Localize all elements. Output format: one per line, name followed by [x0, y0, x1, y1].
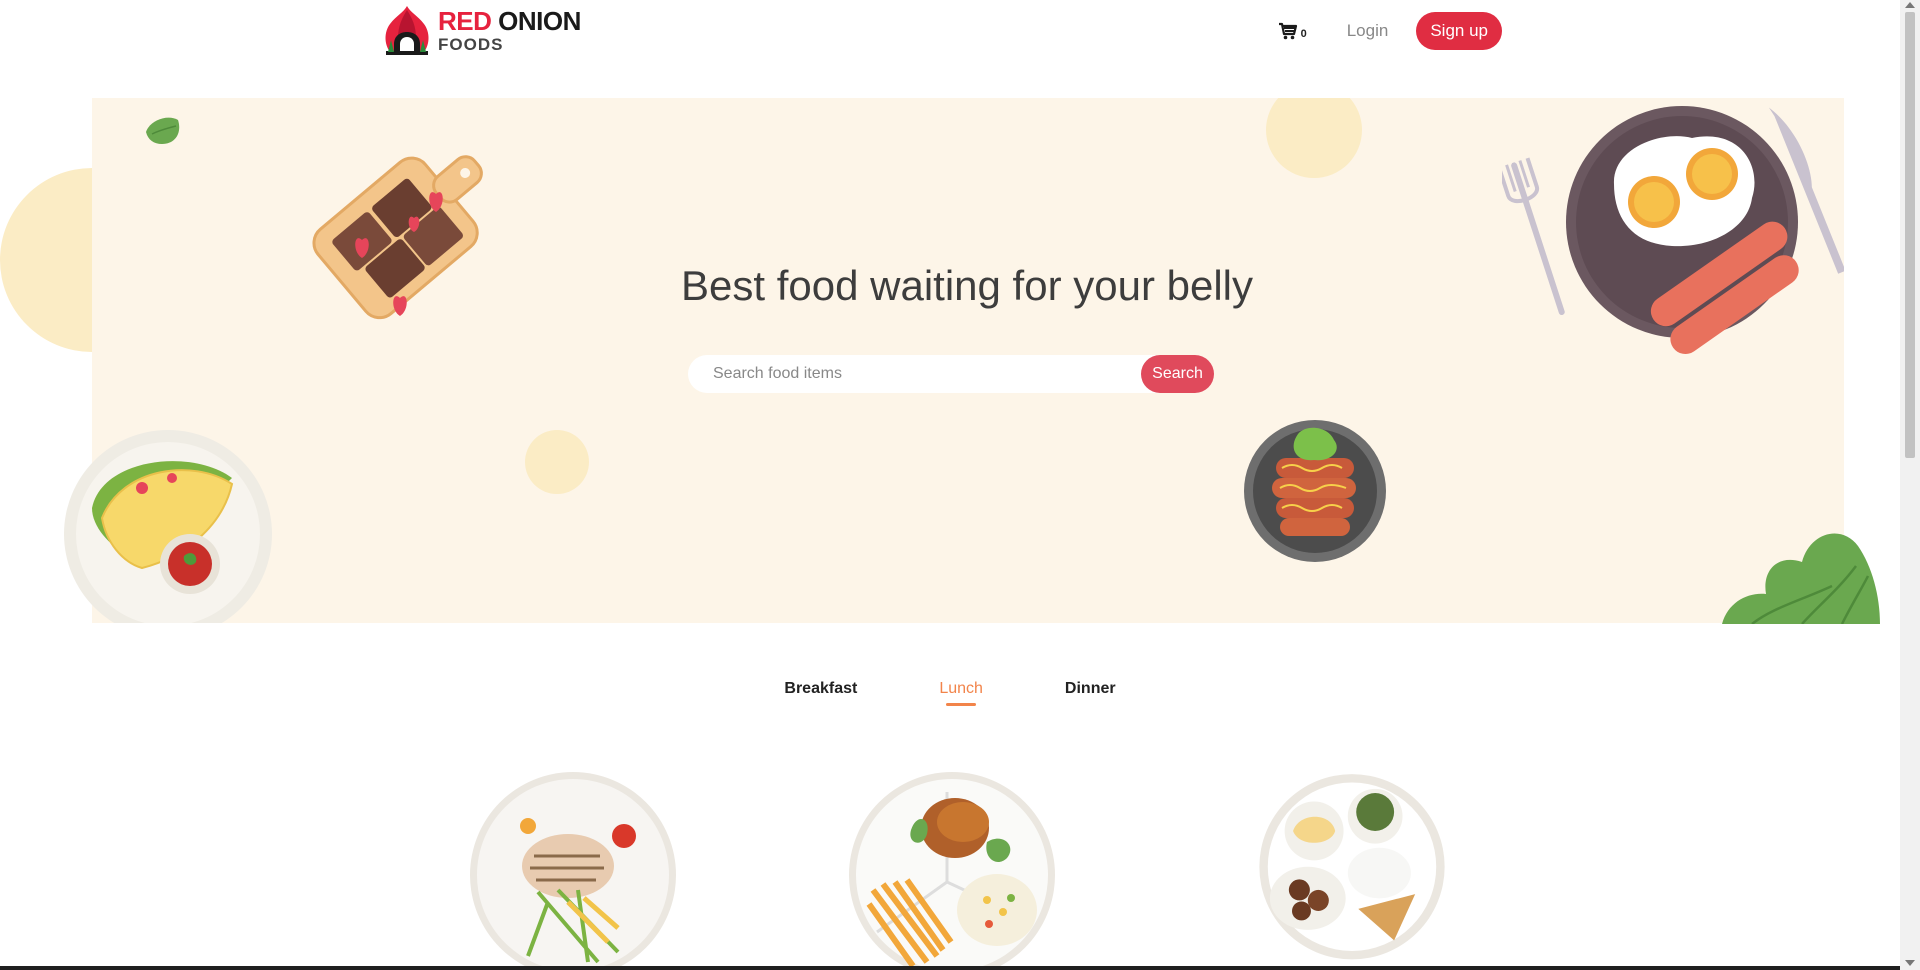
yellow-circle-decoration	[1266, 98, 1362, 178]
tab-dinner[interactable]: Dinner	[1065, 680, 1116, 706]
yellow-circle-decoration	[525, 430, 589, 494]
header: RED ONION FOODS 0 Login Sign up	[0, 0, 1900, 80]
lettuce-leaf-icon	[1722, 533, 1880, 624]
signup-button[interactable]: Sign up	[1416, 12, 1502, 50]
search-button[interactable]: Search	[1141, 355, 1214, 393]
chicken-fries-rice-plate-icon[interactable]	[847, 772, 1057, 970]
login-link[interactable]: Login	[1347, 21, 1389, 41]
brand-tagline: FOODS	[438, 34, 504, 54]
top-nav: 0 Login Sign up	[1278, 12, 1502, 50]
grilled-chicken-salad-plate-icon[interactable]	[468, 772, 678, 970]
tab-breakfast[interactable]: Breakfast	[784, 680, 857, 706]
scroll-up-icon[interactable]	[1905, 2, 1915, 8]
search-input[interactable]	[688, 355, 1141, 393]
onion-logo-icon	[385, 6, 429, 55]
hero-banner: Best food waiting for your belly Search	[64, 98, 1880, 624]
scroll-down-icon[interactable]	[1905, 960, 1915, 966]
cart-count: 0	[1300, 28, 1307, 40]
cart-icon	[1278, 22, 1297, 40]
hero-title: Best food waiting for your belly	[681, 262, 1253, 309]
leaf-small-icon	[146, 117, 180, 144]
scroll-thumb[interactable]	[1905, 12, 1915, 458]
cart-button[interactable]: 0	[1278, 22, 1307, 40]
sausage-dish-icon	[1244, 420, 1386, 562]
meal-tabs: Breakfast Lunch Dinner	[0, 680, 1900, 706]
eggs-sausage-plate-icon	[1502, 106, 1844, 355]
brand-name-red: RED	[438, 5, 492, 36]
tab-lunch[interactable]: Lunch	[939, 680, 983, 706]
mixed-platter-plate-icon[interactable]	[1247, 772, 1457, 970]
vertical-scrollbar[interactable]	[1900, 0, 1920, 970]
page: RED ONION FOODS 0 Login Sign up Best foo…	[0, 0, 1920, 970]
bottom-edge	[0, 966, 1900, 970]
logo[interactable]: RED ONION FOODS	[382, 4, 581, 56]
brand-name-black: ONION	[498, 5, 581, 36]
search-bar: Search	[688, 355, 1214, 393]
taco-plate-icon	[64, 430, 272, 623]
